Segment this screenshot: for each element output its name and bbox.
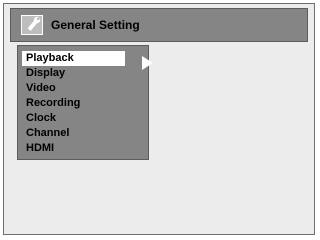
right-arrow-icon: [142, 56, 153, 70]
menu-item-channel[interactable]: Channel: [22, 126, 125, 141]
menu-item-recording[interactable]: Recording: [22, 96, 125, 111]
menu-item-clock[interactable]: Clock: [22, 111, 125, 126]
setup-screen: General Setting Playback Display Video R…: [3, 3, 315, 235]
page-title: General Setting: [51, 18, 140, 32]
menu-item-hdmi[interactable]: HDMI: [22, 141, 125, 156]
settings-menu: Playback Display Video Recording Clock C…: [17, 45, 153, 160]
menu-list: Playback Display Video Recording Clock C…: [22, 51, 125, 156]
menu-item-playback[interactable]: Playback: [22, 51, 125, 66]
menu-item-display[interactable]: Display: [22, 66, 125, 81]
header-bar: General Setting: [10, 8, 308, 42]
wrench-icon: [21, 15, 43, 35]
menu-item-video[interactable]: Video: [22, 81, 125, 96]
